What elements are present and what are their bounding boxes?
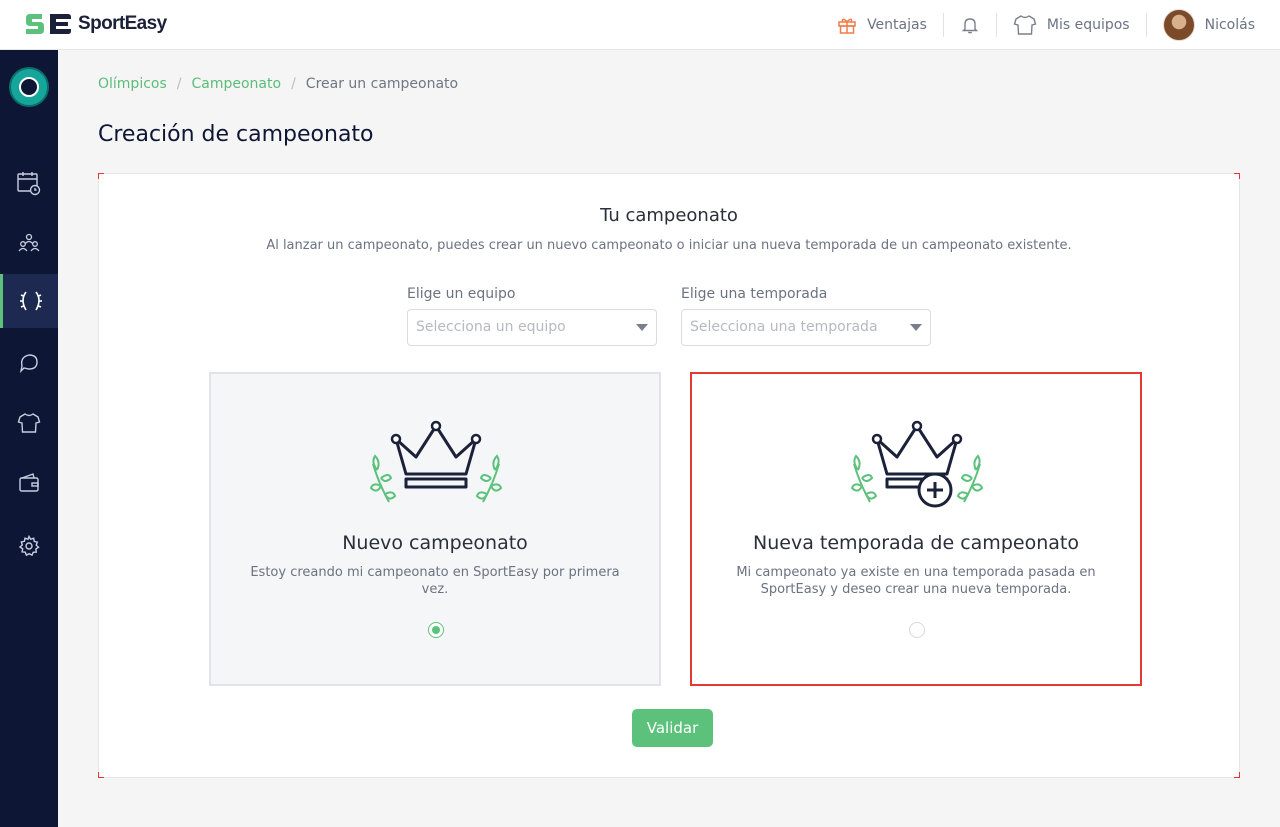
selection-corner [1234, 173, 1240, 179]
jersey-icon [17, 413, 41, 433]
gift-icon [838, 18, 856, 34]
mis-equipos-link[interactable]: Mis equipos [1013, 14, 1130, 36]
team-icon [18, 233, 40, 252]
wallet-icon [19, 473, 39, 492]
club-star-icon [19, 77, 39, 97]
sidebar-item-settings[interactable] [0, 519, 58, 573]
team-select[interactable]: Selecciona un equipo [407, 309, 657, 346]
mis-equipos-label: Mis equipos [1046, 17, 1130, 33]
bell-icon [961, 18, 979, 34]
breadcrumb-olimpicos[interactable]: Olímpicos [98, 76, 167, 92]
crown-laurel-plus-icon [850, 420, 984, 508]
user-menu[interactable]: Nicolás [1162, 9, 1255, 41]
option-description: Mi campeonato ya existe en una temporada… [736, 565, 1096, 597]
sidebar-item-chat[interactable] [0, 336, 58, 390]
gear-icon [18, 534, 40, 557]
sidebar-item-team[interactable] [0, 216, 58, 270]
season-select[interactable]: Selecciona una temporada [681, 309, 931, 346]
caret-down-icon [636, 324, 648, 331]
team-select-placeholder: Selecciona un equipo [416, 319, 566, 335]
breadcrumb-campeonato[interactable]: Campeonato [192, 76, 282, 92]
option-new-championship[interactable]: Nuevo campeonato Estoy creando mi campeo… [209, 372, 661, 686]
top-bar: SportEasy Ventajas Mis equipos Nicolás [0, 0, 1280, 50]
breadcrumb-separator: / [291, 76, 296, 92]
option-radio[interactable] [428, 622, 444, 638]
club-logo[interactable] [9, 67, 49, 107]
main-content: Olímpicos / Campeonato / Crear un campeo… [58, 50, 1280, 827]
jersey-icon [1013, 15, 1037, 35]
user-name: Nicolás [1204, 17, 1255, 33]
chat-icon [19, 354, 38, 374]
calendar-icon [17, 172, 41, 196]
top-nav: Ventajas Mis equipos Nicolás [837, 0, 1255, 50]
sporteasy-logo[interactable]: SportEasy [24, 12, 167, 36]
sidebar [0, 50, 58, 827]
divider [942, 13, 944, 37]
option-radio[interactable] [909, 622, 925, 638]
notifications-button[interactable] [960, 15, 980, 35]
caret-down-icon [910, 324, 922, 331]
brand-name: SportEasy [78, 13, 167, 34]
sidebar-item-jersey[interactable] [0, 396, 58, 450]
page-title: Creación de campeonato [98, 122, 374, 147]
divider [995, 13, 997, 37]
sidebar-item-championship[interactable] [0, 274, 58, 328]
avatar [1162, 9, 1195, 41]
breadcrumb-separator: / [176, 76, 182, 92]
breadcrumb-current: Crear un campeonato [305, 76, 459, 92]
team-field: Elige un equipo Selecciona un equipo [407, 286, 657, 346]
card-title: Tu campeonato [600, 205, 738, 226]
selection-corner [98, 173, 104, 179]
laurel-icon [19, 291, 42, 311]
sidebar-item-calendar[interactable] [0, 156, 58, 210]
option-title: Nueva temporada de campeonato [753, 532, 1079, 554]
sidebar-item-wallet[interactable] [0, 456, 58, 510]
ventajas-link[interactable]: Ventajas [837, 15, 927, 35]
sporteasy-logo-mark [26, 14, 71, 34]
option-description: Estoy creando mi campeonato en SportEasy… [250, 565, 620, 597]
season-field: Elige una temporada Selecciona una tempo… [681, 286, 931, 346]
option-title: Nuevo campeonato [342, 532, 528, 554]
team-field-label: Elige un equipo [407, 286, 516, 302]
championship-card: Tu campeonato Al lanzar un campeonato, p… [98, 173, 1240, 778]
selection-corner [1234, 772, 1240, 778]
season-field-label: Elige una temporada [681, 286, 828, 302]
crown-laurel-icon [369, 420, 503, 503]
validar-button[interactable]: Validar [632, 709, 713, 747]
divider [1145, 13, 1147, 37]
option-new-season[interactable]: Nueva temporada de campeonato Mi campeon… [690, 372, 1142, 686]
breadcrumb: Olímpicos / Campeonato / Crear un campeo… [98, 76, 458, 92]
season-select-placeholder: Selecciona una temporada [690, 319, 878, 335]
selection-corner [98, 772, 104, 778]
ventajas-label: Ventajas [867, 17, 927, 33]
card-subtitle: Al lanzar un campeonato, puedes crear un… [266, 238, 1072, 253]
